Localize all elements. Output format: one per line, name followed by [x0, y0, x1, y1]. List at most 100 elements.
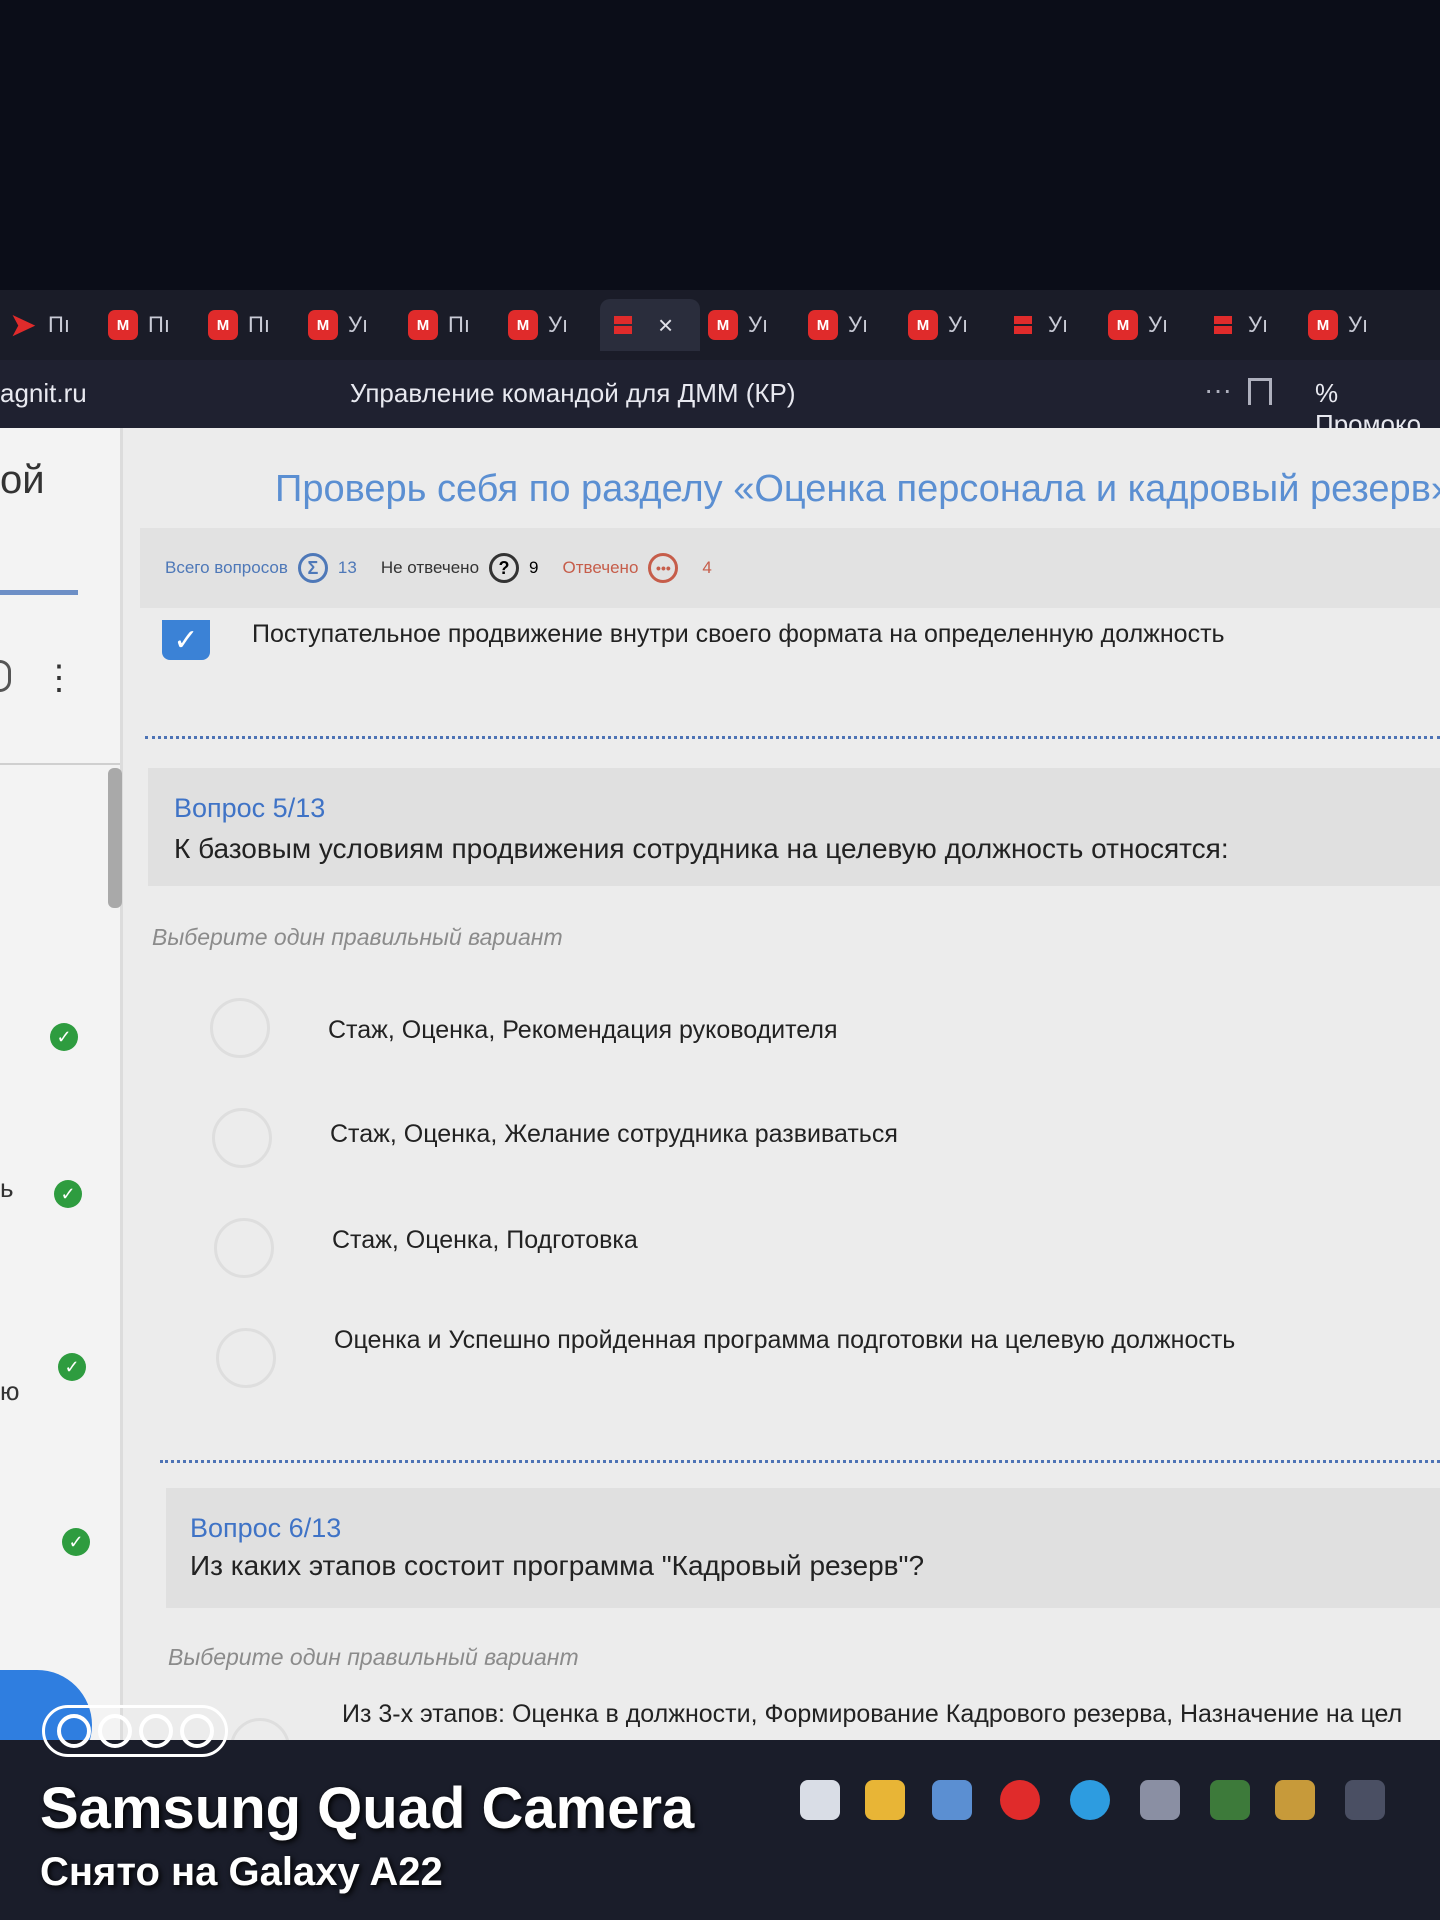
browser-tab-active[interactable]: × [600, 299, 700, 351]
magnit-icon: M [908, 310, 938, 340]
question-divider [145, 736, 1440, 739]
browser-tab[interactable]: M Уı [300, 299, 400, 351]
question-text: К базовым условиям продвижения сотрудник… [174, 833, 1229, 864]
question-divider [160, 1460, 1440, 1463]
browser-tab[interactable]: M Уı [1100, 299, 1200, 351]
camera-watermark-title: Samsung Quad Camera [40, 1776, 695, 1841]
answered-label: Отвечено [562, 558, 639, 577]
edge-icon[interactable] [1070, 1780, 1110, 1820]
sidebar-partial-icon[interactable] [0, 660, 11, 692]
sidebar-title-fragment: ой [0, 458, 45, 502]
previous-answer-text: Поступательное продвижение внутри своего… [252, 620, 1225, 648]
browser-tab[interactable]: M Пı [200, 299, 300, 351]
sidebar-scrollbar[interactable] [108, 768, 122, 908]
tab-label: Уı [1048, 312, 1069, 337]
browser-tab[interactable]: M Пı [100, 299, 200, 351]
sidebar-progress-line [0, 590, 78, 595]
tab-label: Уı [748, 312, 769, 337]
bars-icon [1008, 310, 1038, 340]
tab-label: Уı [1248, 312, 1269, 337]
checked-checkbox-icon[interactable]: ✓ [162, 620, 210, 660]
browser-tab[interactable]: Уı [1200, 299, 1300, 351]
answer-hint: Выберите один правильный вариант [152, 924, 563, 950]
question-number: Вопрос 5/13 [174, 793, 326, 823]
close-tab-icon[interactable]: × [658, 310, 673, 341]
tab-label: Пı [148, 312, 170, 337]
magnit-icon: M [308, 310, 338, 340]
previous-answer-option[interactable]: ✓ Поступательное продвижение внутри свое… [160, 620, 1440, 690]
tab-label: Уı [848, 312, 869, 337]
answer-option-label: Из 3-х этапов: Оценка в должности, Форми… [342, 1700, 1403, 1728]
arrow-icon: ➤ [10, 308, 36, 342]
radio-button[interactable] [210, 998, 270, 1058]
url-domain[interactable]: agnit.ru [0, 378, 87, 409]
question-header [166, 1488, 1440, 1608]
answer-option-label: Стаж, Оценка, Подготовка [332, 1226, 638, 1254]
explorer-window-icon[interactable] [800, 1780, 840, 1820]
minecraft-icon[interactable] [1210, 1780, 1250, 1820]
tab-label: Уı [948, 312, 969, 337]
sparkle-icon[interactable] [1140, 1780, 1180, 1820]
more-icon[interactable]: ··· [1204, 374, 1232, 406]
course-sidebar: ой ⋮ ✓ ь ✓ ю ✓ ✓ [0, 428, 123, 1828]
browser-tab[interactable]: M Уı [800, 299, 900, 351]
browser-tab[interactable]: M Пı [400, 299, 500, 351]
radio-button[interactable] [216, 1328, 276, 1388]
tab-strip: ➤ Пı M Пı M Пı M Уı M Пı M Уı × M Уı M Уı M Уı Уı… [0, 290, 1440, 360]
total-questions-label: Всего вопросов [165, 558, 288, 577]
completed-check-icon: ✓ [54, 1180, 82, 1208]
browser-tab[interactable]: Уı [1000, 299, 1100, 351]
kebab-menu-icon[interactable]: ⋮ [42, 658, 76, 698]
question-text: Из каких этапов состоит программа "Кадро… [190, 1550, 925, 1581]
magnit-icon: M [208, 310, 238, 340]
question-number: Вопрос 6/13 [190, 1513, 342, 1543]
tab-label: Уı [548, 312, 569, 337]
total-questions-value: 13 [337, 558, 357, 577]
magnit-icon: M [508, 310, 538, 340]
tab-label: Пı [248, 312, 270, 337]
ellipsis-icon: ••• [648, 553, 679, 583]
bars-icon [1208, 310, 1238, 340]
browser-tab[interactable]: M Уı [900, 299, 1000, 351]
browser-tab[interactable]: ➤ Пı [0, 299, 100, 351]
game-icon[interactable] [1275, 1780, 1315, 1820]
store-icon[interactable] [932, 1780, 972, 1820]
tab-label: Уı [1148, 312, 1169, 337]
tab-label: Уı [348, 312, 369, 337]
completed-check-icon: ✓ [62, 1528, 90, 1556]
magnit-icon: M [1308, 310, 1338, 340]
magnit-m-icon: M [108, 310, 138, 340]
magnit-icon: M [408, 310, 438, 340]
yandex-browser-icon[interactable] [1000, 1780, 1040, 1820]
tab-label: Пı [48, 312, 70, 337]
percent-icon: % [1315, 378, 1339, 408]
address-bar: agnit.ru Управление командой для ДММ (КР… [0, 360, 1440, 439]
browser-tab[interactable]: M Уı [500, 299, 600, 351]
magnit-icon: M [708, 310, 738, 340]
tab-label: Уı [1348, 312, 1369, 337]
browser-tab[interactable]: M Уı [1300, 299, 1400, 351]
sidebar-item-fragment: ю [0, 1376, 20, 1406]
sidebar-item-fragment: ь [0, 1173, 14, 1203]
stats-icon[interactable] [1345, 1780, 1385, 1820]
bookmark-icon[interactable] [1248, 378, 1272, 405]
magnit-icon: M [808, 310, 838, 340]
page-title: Управление командой для ДММ (КР) [350, 378, 796, 408]
browser-tab[interactable]: M Уı [700, 299, 800, 351]
answer-option-label: Стаж, Оценка, Желание сотрудника развива… [330, 1120, 898, 1148]
unanswered-value: 9 [529, 558, 539, 577]
question-header [148, 768, 1440, 886]
monitor-bezel [0, 0, 1440, 290]
answer-option-label: Стаж, Оценка, Рекомендация руководителя [328, 1016, 838, 1044]
folder-icon[interactable] [865, 1780, 905, 1820]
camera-lens-icon [42, 1705, 228, 1757]
radio-button[interactable] [214, 1218, 274, 1278]
completed-check-icon: ✓ [50, 1023, 78, 1051]
tab-label: Пı [448, 312, 470, 337]
sigma-icon: Σ [297, 553, 328, 583]
question-mark-icon: ? [489, 553, 520, 583]
completed-check-icon: ✓ [58, 1353, 86, 1381]
quiz-stats-bar: Всего вопросов Σ 13 Не отвечено ? 9 Отве… [140, 528, 1440, 608]
radio-button[interactable] [212, 1108, 272, 1168]
magnit-icon: M [1108, 310, 1138, 340]
